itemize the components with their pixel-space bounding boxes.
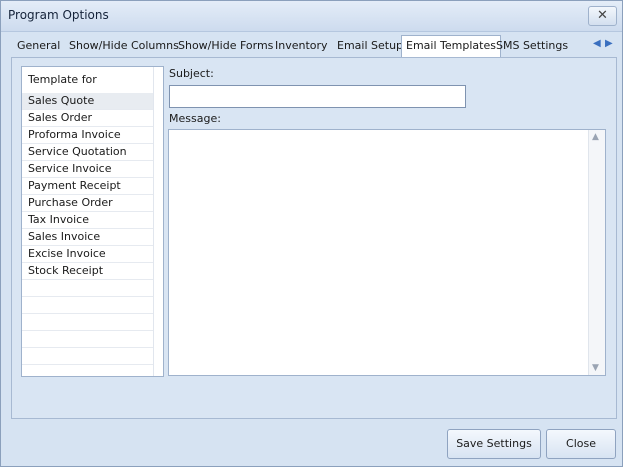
window-title: Program Options	[8, 8, 109, 22]
tab-sms-settings[interactable]: SMS Settings	[492, 36, 572, 56]
template-list-header: Template for	[28, 73, 97, 86]
list-item[interactable]: Service Invoice	[22, 161, 153, 178]
message-textarea[interactable]: ▲ ▼	[168, 129, 606, 376]
tab-show-hide-columns[interactable]: Show/Hide Columns	[65, 36, 183, 56]
list-item[interactable]: Excise Invoice	[22, 246, 153, 263]
list-item[interactable]: Stock Receipt	[22, 263, 153, 280]
list-item[interactable]: Tax Invoice	[22, 212, 153, 229]
list-item[interactable]: Payment Receipt	[22, 178, 153, 195]
template-rows: Sales Quote Sales Order Proforma Invoice…	[22, 93, 153, 376]
tab-email-templates[interactable]: Email Templates	[401, 35, 501, 58]
message-label: Message:	[169, 112, 221, 125]
empty-row	[22, 331, 153, 348]
tab-strip: General Show/Hide Columns Show/Hide Form…	[11, 35, 613, 58]
close-window-button[interactable]: ✕	[588, 6, 617, 26]
tab-scroll-right-icon[interactable]: ▶	[605, 38, 613, 49]
message-scrollbar[interactable]: ▲ ▼	[588, 130, 605, 375]
scroll-down-icon[interactable]: ▼	[592, 363, 599, 373]
empty-row	[22, 297, 153, 314]
subject-input[interactable]	[169, 85, 466, 108]
list-item[interactable]: Service Quotation	[22, 144, 153, 161]
subject-label: Subject:	[169, 67, 214, 80]
empty-row	[22, 365, 153, 376]
save-settings-button[interactable]: Save Settings	[447, 429, 541, 459]
list-item[interactable]: Purchase Order	[22, 195, 153, 212]
empty-row	[22, 348, 153, 365]
email-templates-panel: Template for Sales Quote Sales Order Pro…	[11, 57, 617, 419]
list-column-divider	[153, 67, 154, 376]
list-item[interactable]: Sales Quote	[22, 93, 153, 110]
close-button[interactable]: Close	[546, 429, 616, 459]
empty-row	[22, 280, 153, 297]
tab-general[interactable]: General	[13, 36, 64, 56]
tab-show-hide-forms[interactable]: Show/Hide Forms	[174, 36, 277, 56]
program-options-window: Program Options ✕ General Show/Hide Colu…	[0, 0, 623, 467]
scroll-up-icon[interactable]: ▲	[592, 132, 599, 142]
title-bar: Program Options ✕	[1, 1, 622, 32]
tab-email-setup[interactable]: Email Setup	[333, 36, 407, 56]
template-list[interactable]: Template for Sales Quote Sales Order Pro…	[21, 66, 164, 377]
close-icon: ✕	[597, 8, 608, 23]
tab-scroll-left-icon[interactable]: ◀	[593, 38, 601, 49]
list-item[interactable]: Sales Invoice	[22, 229, 153, 246]
empty-row	[22, 314, 153, 331]
tab-inventory[interactable]: Inventory	[271, 36, 332, 56]
list-item[interactable]: Proforma Invoice	[22, 127, 153, 144]
list-item[interactable]: Sales Order	[22, 110, 153, 127]
